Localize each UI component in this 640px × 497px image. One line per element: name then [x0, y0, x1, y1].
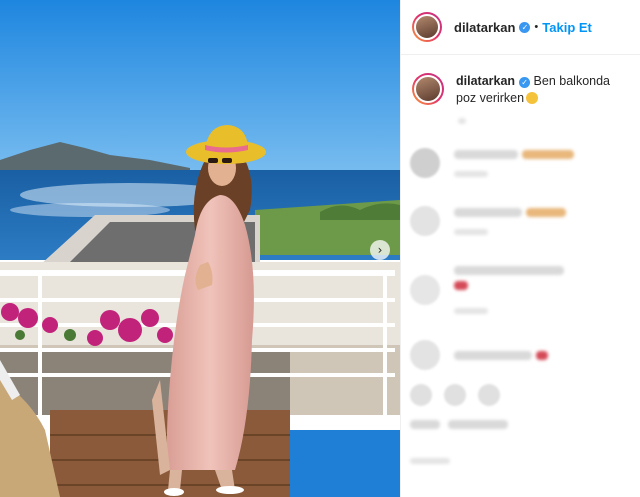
separator-dot: • — [534, 21, 539, 33]
blurred-comment-text — [454, 149, 518, 159]
comment-item — [410, 340, 548, 370]
blurred-emoji — [526, 207, 566, 217]
comment-item — [410, 206, 566, 236]
blurred-meta — [454, 228, 488, 235]
smiling-face-emoji-icon — [526, 92, 539, 104]
comment-icon[interactable] — [444, 384, 466, 406]
caption: dilatarkan ✓ Ben balkonda poz verirken — [401, 55, 640, 107]
blurred-comment-text — [454, 350, 532, 360]
avatar[interactable] — [412, 12, 442, 42]
comment-item — [410, 148, 574, 178]
action-bar-blurred — [410, 384, 500, 406]
blurred-text — [458, 118, 466, 124]
blurred-comment-text — [454, 207, 522, 217]
share-icon[interactable] — [478, 384, 500, 406]
blurred-text — [448, 420, 508, 429]
verified-badge-icon: ✓ — [519, 77, 531, 88]
like-icon[interactable] — [410, 384, 432, 406]
caption-timestamp-blurred — [410, 118, 466, 124]
blurred-emoji — [522, 149, 574, 159]
post-header: dilatarkan ✓ • Takip Et — [401, 0, 640, 55]
comment-avatar[interactable] — [410, 148, 440, 178]
caption-text-block: dilatarkan ✓ Ben balkonda poz verirken — [456, 73, 629, 107]
blurred-text — [410, 458, 450, 464]
comment-avatar[interactable] — [410, 275, 440, 305]
comment-item — [410, 266, 564, 314]
blurred-meta — [454, 170, 488, 177]
chevron-right-icon: › — [377, 243, 383, 257]
comment-avatar[interactable] — [410, 206, 440, 236]
comment-avatar[interactable] — [410, 340, 440, 370]
blurred-comment-text — [454, 266, 564, 275]
caption-avatar[interactable] — [412, 73, 444, 105]
blurred-emoji — [536, 350, 548, 360]
carousel-next-button[interactable]: › — [370, 240, 390, 260]
caption-username[interactable]: dilatarkan — [456, 74, 515, 88]
verified-badge-icon: ✓ — [519, 21, 531, 33]
follow-button[interactable]: Takip Et — [542, 20, 592, 35]
post-image — [0, 0, 400, 497]
blurred-text — [410, 420, 440, 429]
add-comment-blurred[interactable] — [410, 458, 450, 464]
blurred-emoji — [454, 281, 468, 290]
blurred-meta — [454, 308, 488, 314]
post-photo[interactable]: › — [0, 0, 400, 497]
username-link[interactable]: dilatarkan — [454, 20, 515, 35]
avatar-image — [414, 75, 442, 103]
avatar-image — [414, 14, 440, 40]
likes-blurred — [410, 420, 508, 429]
